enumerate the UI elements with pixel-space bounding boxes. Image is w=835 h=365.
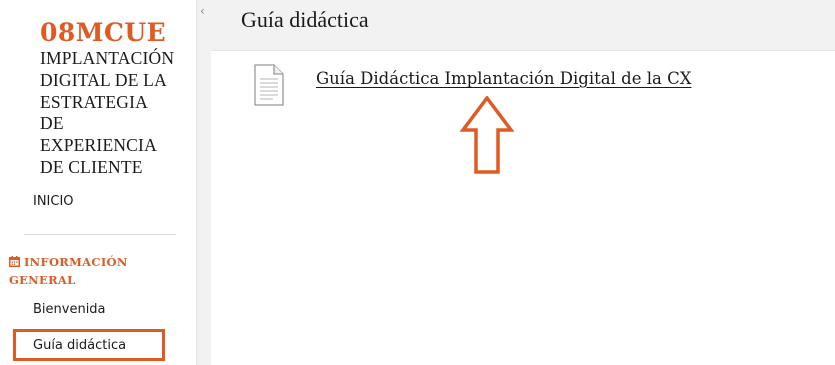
content-panel xyxy=(211,50,835,365)
course-code: 08MCUE xyxy=(40,18,167,47)
calendar-icon xyxy=(9,255,20,272)
sidebar-item-guia-didactica[interactable]: Guía didáctica xyxy=(13,329,165,361)
course-title-line: IMPLANTACIÓN xyxy=(40,48,175,68)
section-heading-line: GENERAL xyxy=(9,273,76,287)
course-title-line: DIGITAL DE LA xyxy=(40,69,167,90)
sidebar-item-bienvenida[interactable]: Bienvenida xyxy=(33,302,106,317)
chevron-left-icon: ‹ xyxy=(200,4,205,18)
course-title-line: EXPERIENCIA xyxy=(40,135,157,156)
section-heading-line: INFORMACIÓN xyxy=(24,255,128,269)
up-arrow-icon xyxy=(459,95,515,174)
page-title: Guía didáctica xyxy=(241,7,369,32)
course-title: IMPLANTACIÓN DIGITAL DE LA ESTRATEGIA DE… xyxy=(40,48,190,179)
sidebar-item-inicio[interactable]: INICIO xyxy=(33,194,74,209)
course-title-line: ESTRATEGIA xyxy=(40,91,148,112)
page-header: Guía didáctica xyxy=(211,0,835,50)
course-title-line: DE xyxy=(40,113,64,134)
sidebar-collapse-toggle[interactable]: ‹ xyxy=(196,0,211,365)
sidebar-item-label: Guía didáctica xyxy=(33,338,127,353)
sidebar-divider xyxy=(24,234,176,235)
sidebar: 08MCUE IMPLANTACIÓN DIGITAL DE LA ESTRAT… xyxy=(0,0,196,365)
course-title-line: DE CLIENTE xyxy=(40,156,143,177)
document-link[interactable]: Guía Didáctica Implantación Digital de l… xyxy=(316,69,691,88)
section-heading-informacion-general: INFORMACIÓN GENERAL xyxy=(9,254,179,289)
document-icon[interactable] xyxy=(253,64,285,106)
